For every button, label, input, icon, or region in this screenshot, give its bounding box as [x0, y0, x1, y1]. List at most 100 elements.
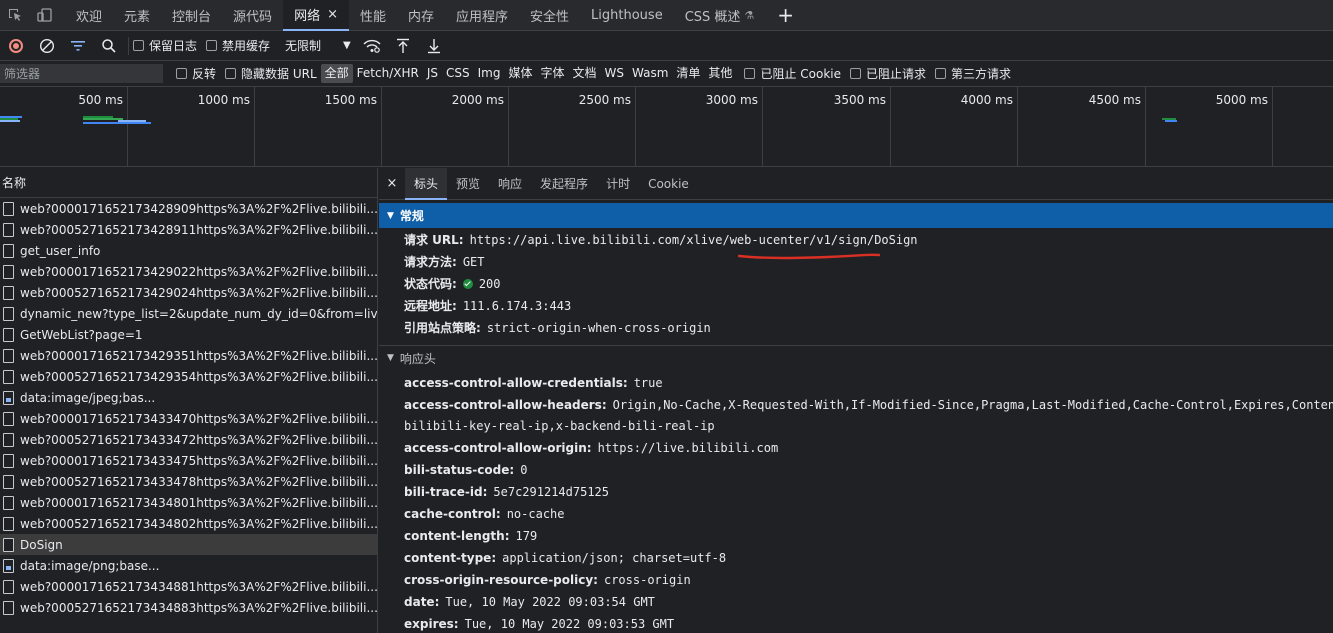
request-row[interactable]: web?000017165217343488​1https%3A%2F%2Fli…: [0, 576, 377, 597]
request-row[interactable]: web?000017165217343347​0https%3A%2F%2Fli…: [0, 408, 377, 429]
tab-6[interactable]: 内存: [397, 0, 445, 31]
timeline-overview[interactable]: 500 ms 1000 ms 1500 ms 2000 ms 2500 ms 3000 m…: [0, 87, 1333, 167]
general-row: 远程地址: 111.6.174.3:443: [379, 295, 1333, 317]
export-har-button[interactable]: [419, 31, 450, 61]
details-tab-5[interactable]: Cookie: [639, 168, 698, 200]
timeline-tick-label: 3500 ms: [833, 93, 886, 107]
timeline-tick-label: 1000 ms: [197, 93, 250, 107]
details-tab-2[interactable]: 响应: [489, 168, 531, 200]
record-button[interactable]: [0, 31, 31, 61]
blocked-cookies-checkbox[interactable]: 已阻止 Cookie: [744, 65, 841, 82]
request-row[interactable]: web?000527165217343347​2https%3A%2F%2Fli…: [0, 429, 377, 450]
blocked-requests-checkbox[interactable]: 已阻止请求: [849, 65, 926, 82]
header-key: cross-origin-resource-policy:: [404, 573, 598, 587]
general-section-header[interactable]: ▼ 常规: [379, 203, 1333, 228]
tab-7[interactable]: 应用程序: [445, 0, 519, 31]
type-filter-2[interactable]: JS: [423, 64, 442, 83]
request-row[interactable]: web?000527165217342902​4https%3A%2F%2Fli…: [0, 282, 377, 303]
import-har-button[interactable]: [388, 31, 419, 61]
request-row[interactable]: dynamic_new?type_list=2&update_num_dy_id…: [0, 303, 377, 324]
request-row[interactable]: web?000527165217343488​3https%3A%2F%2Fli…: [0, 597, 377, 618]
close-icon[interactable]: ×: [327, 7, 338, 22]
document-icon: [3, 285, 14, 300]
throttling-select[interactable]: 无限制 ▼: [279, 37, 357, 54]
header-key: content-length:: [404, 529, 510, 543]
request-name: web?000527165217343347​8https%3A%2F%2Fli…: [20, 474, 377, 489]
header-key: bili-status-code:: [404, 463, 515, 477]
tab-label: 欢迎: [76, 9, 103, 25]
type-filter-11[interactable]: 其他: [704, 64, 736, 83]
tab-0[interactable]: 欢迎: [60, 0, 113, 31]
request-row[interactable]: get_user_info: [0, 240, 377, 261]
response-header-row: access-control-allow-credentials: true: [379, 372, 1333, 394]
tab-9[interactable]: Lighthouse: [580, 0, 674, 31]
details-tab-4[interactable]: 计时: [597, 168, 639, 200]
request-row[interactable]: GetWebList?page=1: [0, 324, 377, 345]
add-panel-button[interactable]: +: [769, 3, 802, 27]
request-list: 名称 web?000017165217342890​9https%3A%2F%2…: [0, 168, 378, 633]
tab-5[interactable]: 性能: [349, 0, 397, 31]
document-icon: [3, 516, 14, 531]
type-filter-6[interactable]: 字体: [536, 64, 568, 83]
request-row[interactable]: data:image/jpeg;bas...: [0, 387, 377, 408]
clear-button[interactable]: [31, 31, 62, 61]
inspect-element-icon[interactable]: [0, 0, 30, 31]
clear-icon: [39, 38, 54, 53]
document-icon: [3, 579, 14, 594]
details-tab-3[interactable]: 发起程序: [531, 168, 597, 200]
request-row[interactable]: DoSign: [0, 534, 377, 555]
filter-toggle-button[interactable]: [62, 31, 93, 61]
type-filter-5[interactable]: 媒体: [504, 64, 536, 83]
request-row[interactable]: web?000527165217342891​1https%3A%2F%2Fli…: [0, 219, 377, 240]
request-row[interactable]: web?000017165217343347​5https%3A%2F%2Fli…: [0, 450, 377, 471]
response-header-row: bili-status-code: 0: [379, 459, 1333, 481]
header-value: application/json; charset=utf-8: [502, 551, 727, 565]
type-filter-10[interactable]: 清单: [672, 64, 704, 83]
network-conditions-button[interactable]: [357, 31, 388, 61]
search-icon: [101, 38, 116, 53]
request-row[interactable]: data:image/png;base...: [0, 555, 377, 576]
close-details-button[interactable]: ×: [379, 176, 405, 191]
request-row[interactable]: web?000017165217343480​1https%3A%2F%2Fli…: [0, 492, 377, 513]
tab-2[interactable]: 控制台: [161, 0, 222, 31]
request-row[interactable]: web?000017165217342890​9https%3A%2F%2Fli…: [0, 198, 377, 219]
details-tab-1[interactable]: 预览: [447, 168, 489, 200]
type-filter-8[interactable]: WS: [601, 64, 628, 83]
search-button[interactable]: [93, 31, 124, 61]
invert-checkbox[interactable]: 反转: [176, 65, 216, 82]
request-row[interactable]: web?000527165217343480​2https%3A%2F%2Fli…: [0, 513, 377, 534]
tab-1[interactable]: 元素: [113, 0, 161, 31]
devtools-tab-bar: 欢迎 元素 控制台 源代码 网络 × 性能 内存 应用程序 安全性 Lighthouse CSS 概述…: [0, 0, 1333, 31]
timeline-gridline: [1272, 87, 1273, 167]
response-headers-section-header[interactable]: ▼ 响应头: [379, 345, 1333, 370]
request-row[interactable]: web?000017165217342902​2https%3A%2F%2Fli…: [0, 261, 377, 282]
details-tab-0[interactable]: 标头: [405, 168, 448, 200]
hide-data-urls-checkbox[interactable]: 隐藏数据 URL: [225, 65, 317, 82]
type-filter-0[interactable]: 全部: [320, 64, 353, 83]
device-toolbar-icon[interactable]: [30, 0, 60, 31]
timeline-gridline: [381, 87, 382, 167]
tab-label: 安全性: [530, 9, 570, 25]
disable-cache-checkbox[interactable]: 禁用缓存: [206, 37, 270, 54]
type-filter-3[interactable]: CSS: [442, 64, 474, 83]
wifi-settings-icon: [363, 39, 381, 53]
tab-4[interactable]: 网络 ×: [283, 0, 349, 31]
general-row: 状态代码: 200: [379, 273, 1333, 295]
tab-3[interactable]: 源代码: [222, 0, 283, 31]
document-icon: [3, 495, 14, 510]
type-filter-1[interactable]: Fetch/XHR: [353, 64, 423, 83]
request-row[interactable]: web?000017165217342935​1https%3A%2F%2Fli…: [0, 345, 377, 366]
request-name: web?000017165217342902​2https%3A%2F%2Fli…: [20, 264, 377, 279]
request-row[interactable]: web?000527165217342935​4https%3A%2F%2Fli…: [0, 366, 377, 387]
filter-input[interactable]: [0, 64, 163, 83]
type-filter-7[interactable]: 文档: [569, 64, 601, 83]
timeline-gridline: [635, 87, 636, 167]
tab-10[interactable]: CSS 概述 ⚗: [674, 0, 766, 31]
third-party-requests-checkbox[interactable]: 第三方请求: [935, 65, 1011, 82]
preserve-log-checkbox[interactable]: 保留日志: [133, 37, 197, 54]
type-filter-9[interactable]: Wasm: [628, 64, 672, 83]
name-column-header[interactable]: 名称: [0, 168, 377, 198]
request-row[interactable]: web?000527165217343347​8https%3A%2F%2Fli…: [0, 471, 377, 492]
type-filter-4[interactable]: Img: [474, 64, 505, 83]
tab-8[interactable]: 安全性: [519, 0, 580, 31]
